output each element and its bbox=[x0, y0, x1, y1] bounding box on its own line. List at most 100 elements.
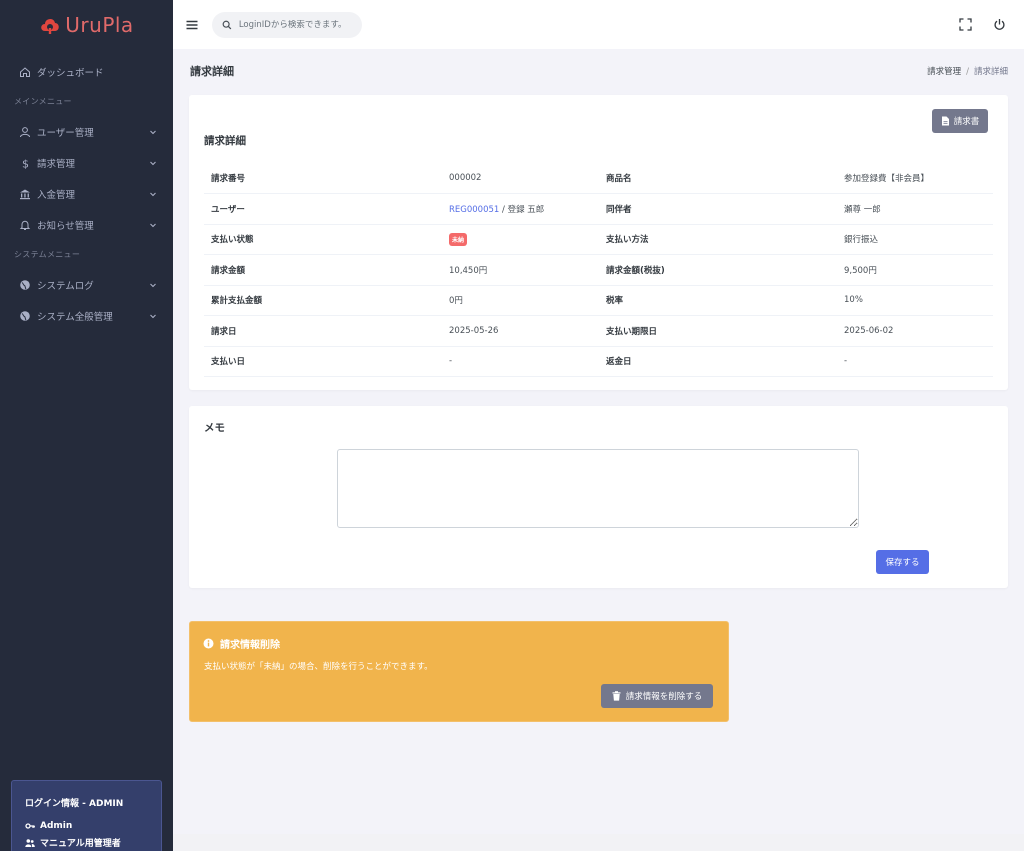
table-row: 支払い状態 未納 支払い方法 銀行振込 bbox=[204, 224, 993, 255]
table-row: 請求金額 10,450円 請求金額(税抜) 9,500円 bbox=[204, 254, 993, 286]
svg-text:$: $ bbox=[22, 157, 29, 169]
invoice-button-label: 請求書 bbox=[953, 117, 980, 127]
file-icon bbox=[941, 116, 949, 126]
login-role-row: マニュアル用管理者 bbox=[25, 836, 148, 849]
billing-detail-table: 請求番号 000002 商品名 参加登録費【非会員】 ユーザー REG00005… bbox=[204, 163, 993, 377]
home-icon bbox=[18, 65, 32, 79]
page-header: 請求詳細 請求管理 / 請求詳細 bbox=[190, 63, 1008, 79]
sidebar-item-user-management[interactable]: ユーザー管理 bbox=[0, 116, 173, 147]
field-value: - bbox=[837, 346, 993, 377]
sidebar-item-label: ダッシュボード bbox=[37, 67, 104, 79]
sidebar-item-label: 請求管理 bbox=[37, 158, 76, 170]
search-icon bbox=[222, 20, 232, 29]
brand-logo[interactable]: UruPla bbox=[0, 0, 173, 50]
sidebar-item-dashboard[interactable]: ダッシュボード bbox=[0, 56, 173, 87]
field-label: ユーザー bbox=[204, 193, 442, 225]
field-label: 同伴者 bbox=[599, 193, 837, 225]
sidebar-item-payment-management[interactable]: 入金管理 bbox=[0, 178, 173, 209]
user-icon bbox=[18, 125, 32, 139]
breadcrumb-separator: / bbox=[966, 67, 969, 77]
bank-icon bbox=[18, 187, 32, 201]
chevron-down-icon bbox=[150, 161, 156, 165]
menu-section-main: メインメニュー bbox=[14, 97, 72, 106]
sidebar-nav: ダッシュボード メインメニュー ユーザー管理 $ 請求管理 入金管理 お知らせ管… bbox=[0, 50, 173, 331]
memo-textarea[interactable] bbox=[337, 449, 859, 528]
table-row: 請求番号 000002 商品名 参加登録費【非会員】 bbox=[204, 163, 993, 194]
sidebar: UruPla ダッシュボード メインメニュー ユーザー管理 $ 請求管理 入金管… bbox=[0, 0, 173, 851]
power-icon[interactable] bbox=[993, 18, 1006, 31]
user-id-link[interactable]: REG000051 bbox=[449, 205, 499, 215]
login-info-title: ログイン情報 - ADMIN bbox=[25, 799, 124, 809]
delete-invoice-panel: 請求情報削除 支払い状態が「未納」の場合、削除を行うことができます。 請求情報を… bbox=[189, 621, 729, 722]
search-box bbox=[212, 11, 362, 38]
hamburger-menu-icon[interactable] bbox=[185, 18, 199, 32]
page-title: 請求詳細 bbox=[190, 65, 234, 78]
chevron-down-icon bbox=[150, 192, 156, 196]
delete-panel-title: 請求情報削除 bbox=[220, 640, 280, 651]
info-circle-icon bbox=[203, 638, 214, 649]
table-row: 請求日 2025-05-26 支払い期限日 2025-06-02 bbox=[204, 315, 993, 347]
globe-icon bbox=[18, 309, 32, 323]
footer bbox=[173, 834, 1024, 851]
login-role: マニュアル用管理者 bbox=[40, 839, 121, 849]
menu-section-system: システムメニュー bbox=[14, 250, 81, 259]
field-label: 請求金額(税抜) bbox=[599, 254, 837, 286]
topbar-actions bbox=[959, 18, 1012, 31]
field-value: 2025-05-26 bbox=[442, 315, 599, 347]
billing-detail-card: 請求詳細 請求書 請求番号 000002 商品名 参加登録費【非会員】 ユーザー… bbox=[189, 95, 1008, 390]
delete-invoice-button-label: 請求情報を削除する bbox=[625, 692, 703, 702]
fullscreen-icon[interactable] bbox=[959, 18, 972, 31]
bell-icon bbox=[18, 218, 32, 232]
delete-invoice-button[interactable]: 請求情報を削除する bbox=[601, 684, 713, 708]
memo-card: メモ 保存する bbox=[189, 406, 1008, 588]
save-button[interactable]: 保存する bbox=[876, 550, 929, 574]
field-label: 請求金額 bbox=[204, 254, 442, 286]
sidebar-item-system-general[interactable]: システム全般管理 bbox=[0, 300, 173, 331]
trash-icon bbox=[612, 691, 621, 701]
field-value: 10% bbox=[837, 285, 993, 316]
field-value: 9,500円 bbox=[837, 254, 993, 286]
key-icon bbox=[25, 823, 35, 829]
search-input[interactable] bbox=[238, 19, 352, 30]
users-icon bbox=[25, 838, 35, 847]
sidebar-item-notice-management[interactable]: お知らせ管理 bbox=[0, 209, 173, 240]
delete-panel-message: 支払い状態が「未納」の場合、削除を行うことができます。 bbox=[204, 662, 433, 672]
chevron-down-icon bbox=[150, 314, 156, 318]
table-row: ユーザー REG000051 / 登録 五郎 同伴者 瀬尊 一郎 bbox=[204, 193, 993, 225]
sidebar-item-billing-management[interactable]: $ 請求管理 bbox=[0, 147, 173, 178]
payment-status-value: 未納 bbox=[442, 224, 599, 255]
cloud-logo-icon bbox=[41, 18, 60, 34]
sidebar-item-system-log[interactable]: システムログ bbox=[0, 269, 173, 300]
field-value: 参加登録費【非会員】 bbox=[837, 163, 993, 194]
chevron-down-icon bbox=[150, 223, 156, 227]
invoice-button[interactable]: 請求書 bbox=[932, 109, 988, 133]
field-value: 0円 bbox=[442, 285, 599, 316]
field-value: - bbox=[442, 346, 599, 377]
delete-panel-header: 請求情報削除 bbox=[203, 636, 280, 651]
field-label: 請求日 bbox=[204, 315, 442, 347]
field-label: 累計支払金額 bbox=[204, 285, 442, 316]
breadcrumb-parent[interactable]: 請求管理 bbox=[927, 67, 961, 77]
breadcrumb-current: 請求詳細 bbox=[973, 67, 1008, 77]
table-row: 支払い日 - 返金日 - bbox=[204, 346, 993, 377]
user-name: / 登録 五郎 bbox=[499, 204, 545, 215]
sidebar-item-label: システムログ bbox=[37, 280, 94, 292]
topbar bbox=[173, 0, 1024, 49]
dollar-icon: $ bbox=[18, 156, 32, 170]
breadcrumb: 請求管理 / 請求詳細 bbox=[927, 65, 1008, 77]
brand-name: UruPla bbox=[65, 13, 134, 37]
field-label: 返金日 bbox=[599, 346, 837, 377]
login-user-name: Admin bbox=[40, 821, 73, 831]
sidebar-item-label: 入金管理 bbox=[37, 189, 76, 201]
sidebar-item-label: ユーザー管理 bbox=[37, 127, 94, 139]
field-value: 000002 bbox=[442, 163, 599, 194]
field-value: 銀行振込 bbox=[837, 224, 993, 255]
sidebar-item-label: お知らせ管理 bbox=[37, 220, 94, 232]
field-value: 10,450円 bbox=[442, 254, 599, 286]
login-info-panel: ログイン情報 - ADMIN Admin マニュアル用管理者 bbox=[11, 780, 162, 851]
field-label: 税率 bbox=[599, 285, 837, 316]
table-row: 累計支払金額 0円 税率 10% bbox=[204, 285, 993, 316]
login-user-row: Admin bbox=[25, 821, 148, 831]
globe-icon bbox=[18, 278, 32, 292]
field-label: 支払い方法 bbox=[599, 224, 837, 255]
